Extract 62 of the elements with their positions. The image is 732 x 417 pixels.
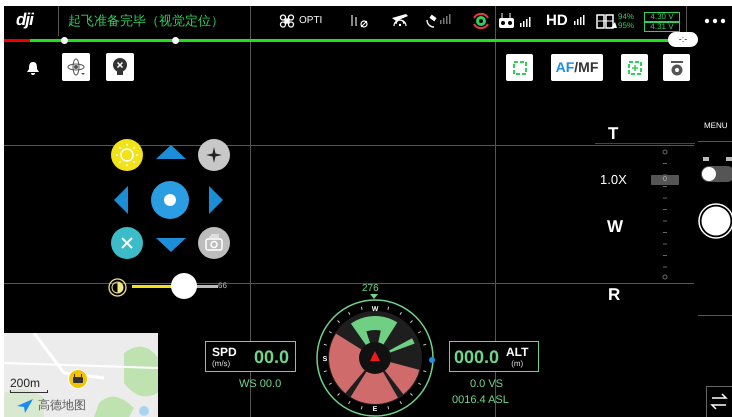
slider-thumb[interactable] [171, 273, 197, 299]
map-attribution: 高德地图 [38, 399, 86, 412]
contrast-icon[interactable] [108, 278, 127, 297]
remote-controller-icon [498, 12, 532, 30]
altitude-value: 000.0 [454, 348, 500, 366]
cell-voltage: 4.30 V [644, 12, 680, 22]
map-scale: 200m [10, 377, 40, 389]
mode-toggle[interactable] [701, 166, 732, 182]
arrow-left-button[interactable] [114, 186, 128, 214]
speed-unit: (m/s) [212, 360, 232, 368]
shutter-button[interactable] [697, 202, 732, 240]
zoom-tele-button[interactable]: T [608, 125, 618, 142]
lightbulb-button[interactable] [106, 53, 134, 81]
timer-bubble: -:- [668, 32, 698, 47]
speed-label: SPD [212, 346, 238, 358]
arrow-right-button[interactable] [209, 186, 223, 214]
battery-percent: 95% [618, 22, 634, 30]
more-icon[interactable] [704, 18, 726, 24]
center-button[interactable] [151, 181, 189, 219]
frame-icon [512, 60, 528, 76]
wind-speed: WS 00.0 [239, 379, 282, 390]
vertical-speed: 0.0 VS [470, 379, 504, 390]
video-link-text: HD [546, 13, 568, 28]
battery-percent: 94% [618, 13, 634, 21]
focus-mode-button[interactable]: AF/MF [551, 54, 603, 81]
zoom-factor: 1.0X [600, 173, 627, 186]
marker-dot [172, 37, 179, 44]
aircraft-marker-icon [68, 369, 88, 389]
satellite-icon [424, 12, 452, 30]
exposure-reading: 66 [218, 282, 227, 290]
altitude-label: ALT [506, 346, 528, 358]
focus-point-icon [626, 60, 642, 76]
gimbal-button[interactable] [62, 53, 90, 81]
zoom-reset-button[interactable]: R [608, 286, 620, 303]
cell-voltage: 4.31 V [644, 22, 680, 32]
arrow-up-button[interactable] [156, 145, 186, 159]
menu-button[interactable]: MENU [704, 122, 728, 130]
altitude-asl: 0016.4 ASL [452, 395, 509, 406]
compass-heading: 276 [362, 284, 379, 294]
gimbal-icon [66, 57, 86, 77]
scale-bar [10, 390, 48, 393]
marker-dot [61, 37, 68, 44]
close-button[interactable] [111, 227, 143, 259]
altitude-unit: (m) [511, 360, 524, 368]
lens-icon [668, 60, 684, 76]
zoom-wide-button[interactable]: W [607, 218, 624, 235]
status-text: 起飞准备完毕（视觉定位） [68, 14, 224, 27]
brightness-button[interactable] [111, 139, 143, 171]
sparkle-button[interactable] [198, 139, 230, 171]
map-logo-icon [16, 398, 34, 414]
arrow-down-button[interactable] [156, 238, 186, 252]
dji-logo: dji [16, 11, 33, 28]
flight-mode-text[interactable]: OPTI [299, 16, 322, 26]
speed-value: 00.0 [254, 348, 290, 366]
lightbulb-icon [112, 57, 128, 77]
signal-icon [350, 13, 370, 29]
radar-icon [471, 11, 491, 31]
drone-icon[interactable] [279, 14, 295, 28]
bell-icon[interactable] [26, 61, 40, 75]
camera-button[interactable] [198, 227, 230, 259]
camera-settings-button[interactable] [663, 54, 690, 81]
swap-icon[interactable] [706, 386, 732, 417]
